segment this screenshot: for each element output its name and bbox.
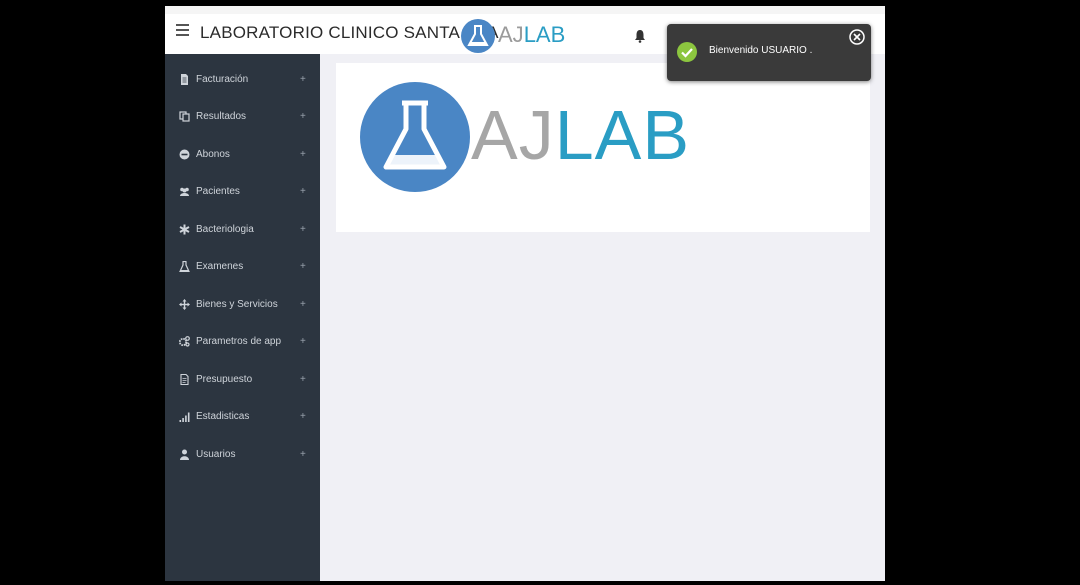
sidebar-item-estadisticas[interactable]: Estadisticas + [165,398,320,435]
minus-circle-icon [178,149,190,161]
brand-lab-text: LAB [523,22,566,47]
main-lab-text: LAB [554,96,691,174]
sidebar-item-usuarios[interactable]: Usuarios + [165,436,320,473]
main-aj-text: AJ [471,96,555,174]
sidebar-item-label: Parametros de app [196,336,282,347]
main-logo-text: AJLAB [471,95,690,175]
expand-icon: + [300,224,306,235]
sidebar-item-label: Presupuesto [196,374,253,385]
menu-toggle-icon[interactable] [176,24,189,36]
notification-bell-icon[interactable] [634,29,646,43]
app-window: LABORATORIO CLINICO SANTA ANA AJLAB Fact… [165,6,885,581]
success-check-icon [677,42,697,62]
welcome-logo-panel: AJLAB [336,63,870,232]
sidebar-item-facturacion[interactable]: Facturación + [165,61,320,98]
brand-logo-text: AJLAB [498,22,565,48]
file-icon [178,374,190,386]
asterisk-icon [178,224,190,236]
sidebar-item-label: Examenes [196,261,244,272]
expand-icon: + [300,149,306,160]
flask-logo-icon [461,19,495,53]
sidebar-item-label: Bacteriologia [196,224,254,235]
invoice-icon [178,74,190,86]
close-icon[interactable] [849,29,865,45]
expand-icon: + [300,336,306,347]
flask-icon [178,261,190,273]
sidebar-item-label: Resultados [196,111,247,122]
sidebar-item-bacteriologia[interactable]: Bacteriologia + [165,211,320,248]
user-icon [178,449,190,461]
sidebar-item-label: Estadisticas [196,411,250,422]
sidebar-item-pacientes[interactable]: Pacientes + [165,173,320,210]
sidebar-item-presupuesto[interactable]: Presupuesto + [165,361,320,398]
sidebar-item-bienes-servicios[interactable]: Bienes y Servicios + [165,286,320,323]
flask-logo-icon [360,82,470,192]
sidebar-item-label: Bienes y Servicios [196,299,278,310]
welcome-toast: Bienvenido USUARIO . [667,24,871,81]
expand-icon: + [300,411,306,422]
expand-icon: + [300,299,306,310]
signal-icon [178,411,190,423]
sidebar-item-resultados[interactable]: Resultados + [165,98,320,135]
sidebar-item-label: Usuarios [196,449,236,460]
expand-icon: + [300,449,306,460]
sidebar-item-examenes[interactable]: Examenes + [165,248,320,285]
expand-icon: + [300,74,306,85]
expand-icon: + [300,374,306,385]
sidebar-item-label: Abonos [196,149,230,160]
expand-icon: + [300,111,306,122]
sidebar-item-label: Facturación [196,74,249,85]
copy-icon [178,111,190,123]
users-icon [178,186,190,198]
lab-name: LABORATORIO CLINICO SANTA ANA [200,23,499,42]
sidebar-item-abonos[interactable]: Abonos + [165,136,320,173]
move-icon [178,299,190,311]
gears-icon [178,336,190,348]
sidebar-item-label: Pacientes [196,186,240,197]
sidebar-item-parametros[interactable]: Parametros de app + [165,323,320,360]
expand-icon: + [300,186,306,197]
sidebar: Facturación + Resultados + Abonos + Paci… [165,54,320,581]
brand-aj-text: AJ [498,22,524,47]
expand-icon: + [300,261,306,272]
toast-message: Bienvenido USUARIO . [709,45,813,56]
